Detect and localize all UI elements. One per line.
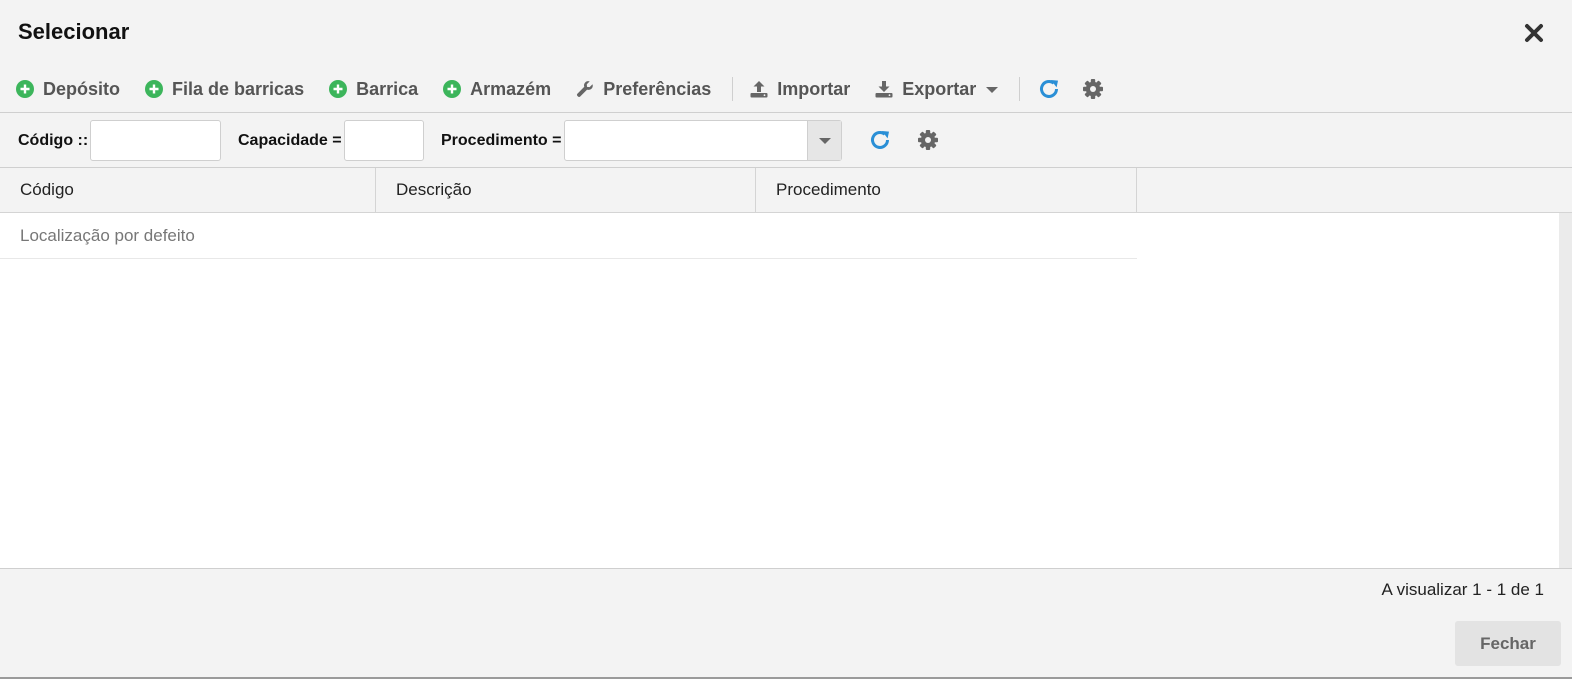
export-label: Exportar <box>902 78 977 99</box>
cell-description <box>376 213 756 258</box>
table-header: Código Descrição Procedimento <box>0 168 1572 213</box>
plus-circle-icon <box>443 80 462 98</box>
plus-circle-icon <box>329 80 348 98</box>
column-header-procedure[interactable]: Procedimento <box>756 168 1137 212</box>
dialog-header: Selecionar <box>0 0 1572 66</box>
chevron-down-icon <box>986 87 999 93</box>
capacity-filter-label: Capacidade = <box>238 132 342 149</box>
capacity-filter-input[interactable] <box>344 120 424 161</box>
preferences-button[interactable]: Preferências <box>576 71 711 107</box>
plus-circle-icon <box>145 80 164 98</box>
import-button[interactable]: Importar <box>750 71 850 107</box>
filter-bar: Código :: Capacidade = Procedimento = <box>0 113 1572 168</box>
vertical-scrollbar[interactable] <box>1559 213 1572 568</box>
add-deposit-label: Depósito <box>43 78 121 99</box>
toolbar-separator <box>732 77 734 101</box>
procedure-filter-value <box>565 121 807 160</box>
add-barrel-label: Barrica <box>356 78 419 99</box>
wrench-icon <box>576 80 594 98</box>
add-barrel-row-label: Fila de barricas <box>172 78 305 99</box>
toolbar-separator <box>1019 77 1021 101</box>
export-dropdown-button[interactable]: Exportar <box>875 71 999 107</box>
add-warehouse-button[interactable]: Armazém <box>443 71 551 107</box>
procedure-filter-select[interactable] <box>564 120 842 161</box>
close-button[interactable]: Fechar <box>1455 621 1561 666</box>
cell-code: Localização por defeito <box>20 225 195 245</box>
cell-procedure <box>756 213 1137 258</box>
import-label: Importar <box>777 78 851 99</box>
pager-info: A visualizar 1 - 1 de 1 <box>1381 580 1544 599</box>
dropdown-toggle[interactable] <box>807 121 841 160</box>
preferences-label: Preferências <box>603 78 712 99</box>
plus-circle-icon <box>16 80 34 98</box>
refresh-icon[interactable] <box>1037 77 1061 101</box>
gear-icon[interactable] <box>1081 77 1105 101</box>
divider <box>0 568 1572 569</box>
add-barrel-row-button[interactable]: Fila de barricas <box>145 71 304 107</box>
table-row[interactable]: Localização por defeito <box>0 213 1137 259</box>
column-header-code[interactable]: Código <box>0 168 376 212</box>
chevron-down-icon <box>818 137 831 144</box>
add-barrel-button[interactable]: Barrica <box>329 71 418 107</box>
code-filter-input[interactable] <box>90 120 221 161</box>
dialog-title: Selecionar <box>18 19 130 44</box>
column-header-description[interactable]: Descrição <box>376 168 756 212</box>
procedure-filter-label: Procedimento = <box>441 132 562 149</box>
select-dialog: Selecionar Depósito Fila de barricas Bar… <box>0 0 1572 679</box>
add-deposit-button[interactable]: Depósito <box>16 71 120 107</box>
toolbar: Depósito Fila de barricas Barrica Armazé… <box>0 66 1572 112</box>
code-filter-label: Código :: <box>18 132 89 149</box>
refresh-icon[interactable] <box>868 128 892 152</box>
download-icon <box>875 80 893 98</box>
add-warehouse-label: Armazém <box>470 78 552 99</box>
close-icon[interactable] <box>1522 21 1546 45</box>
upload-icon <box>750 80 768 98</box>
gear-icon[interactable] <box>916 128 940 152</box>
table-body: Localização por defeito <box>0 213 1559 568</box>
